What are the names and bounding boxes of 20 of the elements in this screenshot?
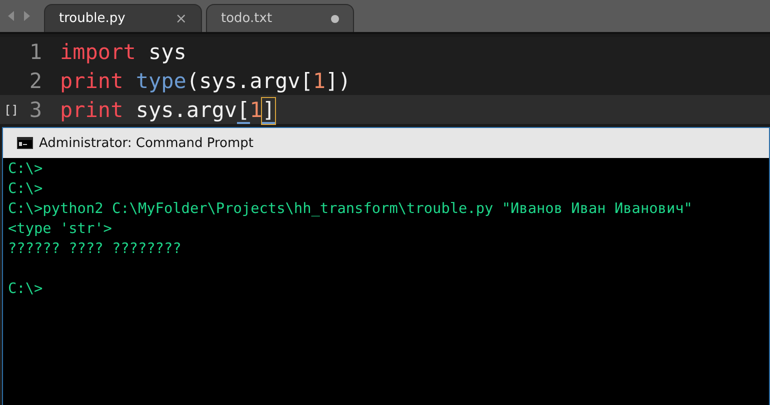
console-line: C:\> — [8, 181, 43, 197]
console-line: <type 'str'> — [8, 221, 112, 237]
console-line: ?????? ???? ???????? — [8, 241, 182, 257]
unsaved-dot-icon — [331, 14, 339, 22]
file-tab[interactable]: todo.txt — [206, 4, 354, 32]
code-text: import sys — [60, 40, 186, 64]
line-number: 2 — [28, 68, 42, 92]
console-line: C:\> — [8, 281, 43, 297]
tab-navigation-icon[interactable] — [8, 11, 30, 21]
console-line: C:\> — [8, 161, 43, 177]
terminal-icon — [17, 137, 33, 149]
file-tab[interactable]: trouble.py × — [44, 4, 202, 32]
code-text: print sys.argv[1] — [60, 98, 275, 122]
gutter-mark: [] — [4, 102, 18, 116]
close-tab-button[interactable]: × — [175, 10, 187, 26]
window-title: Administrator: Command Prompt — [39, 136, 254, 150]
line-number: 3 — [28, 98, 42, 122]
console-line: C:\>python2 C:\MyFolder\Projects\hh_transform\trouble.py "Иванов Иван Иванович" — [8, 201, 692, 217]
code-text: print type(sys.argv[1]) — [60, 68, 351, 92]
line-number: 1 — [28, 40, 42, 64]
